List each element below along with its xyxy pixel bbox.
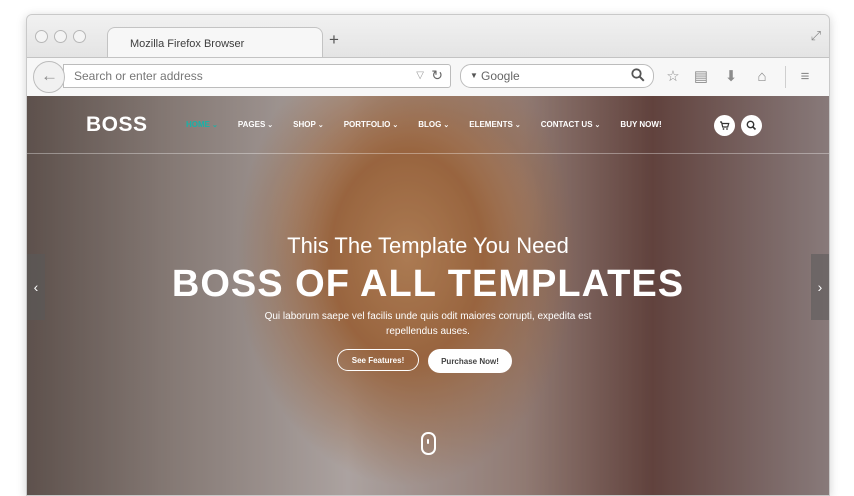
hero-description: Qui laborum saepe vel facilis unde quis …	[264, 311, 592, 337]
bookmark-star-icon[interactable]: ☆	[664, 68, 682, 86]
minimize-window-button[interactable]	[54, 30, 67, 43]
back-button[interactable]: ←	[33, 61, 65, 93]
fullscreen-icon[interactable]: ⤢	[811, 28, 821, 44]
menu-item-label: PORTFOLIO	[343, 120, 391, 129]
search-engine-dropdown-icon[interactable]: ▼	[470, 71, 478, 80]
header-divider	[27, 153, 829, 154]
menu-item-blog[interactable]: BLOG ⌄	[418, 120, 449, 129]
hamburger-menu-icon[interactable]: ≡	[796, 68, 814, 86]
menu-item-portfolio[interactable]: PORTFOLIO ⌄	[344, 120, 399, 129]
tab-title: Mozilla Firefox Browser	[130, 38, 245, 50]
chevron-down-icon: ⌄	[594, 122, 601, 129]
menu-item-shop[interactable]: SHOP ⌄	[293, 120, 324, 129]
hero-headline: BOSS OF ALL TEMPLATES	[171, 263, 685, 305]
prev-slide-button[interactable]: ‹	[27, 254, 45, 320]
address-input[interactable]	[74, 65, 394, 87]
menu-item-label: ELEMENTS	[469, 120, 513, 129]
home-icon[interactable]: ⌂	[753, 68, 771, 86]
menu-item-label: CONTACT US	[540, 120, 593, 129]
arrow-left-icon: ←	[41, 66, 58, 85]
cart-button[interactable]	[714, 115, 735, 136]
cart-icon	[720, 121, 730, 130]
new-tab-button[interactable]: +	[329, 31, 339, 48]
see-features-button[interactable]: See Features!	[337, 349, 419, 371]
browser-window: Mozilla Firefox Browser + ⤢ ▽ ↻ ← ▼ ☆ ▤ …	[26, 14, 830, 496]
magnifier-icon	[746, 120, 757, 131]
menu-item-label: HOME	[186, 120, 210, 129]
address-bar[interactable]: ▽ ↻	[63, 64, 451, 88]
search-icon[interactable]	[631, 68, 645, 82]
menu-item-label: BUY NOW!	[620, 120, 662, 129]
next-slide-button[interactable]: ›	[811, 254, 829, 320]
chevron-down-icon: ⌄	[317, 122, 324, 129]
zoom-window-button[interactable]	[73, 30, 86, 43]
menu-item-buy-now[interactable]: BUY NOW!	[620, 120, 661, 129]
hero-tagline: This The Template You Need	[287, 233, 569, 258]
chevron-down-icon: ⌄	[392, 122, 399, 129]
menu-item-pages[interactable]: PAGES ⌄	[238, 120, 273, 129]
menu-item-label: BLOG	[418, 120, 442, 129]
navigation-toolbar: ▽ ↻ ← ▼ ☆ ▤ ⬇ ⌂ ≡	[27, 57, 829, 97]
scroll-down-mouse-icon[interactable]	[421, 432, 436, 455]
search-input[interactable]	[481, 65, 621, 87]
menu-item-label: PAGES	[237, 120, 266, 129]
chevron-down-icon: ⌄	[443, 122, 450, 129]
reload-icon[interactable]: ↻	[431, 67, 443, 84]
menu-item-contact-us[interactable]: CONTACT US ⌄	[541, 120, 601, 129]
tab-strip: Mozilla Firefox Browser + ⤢	[27, 15, 829, 59]
menu-item-elements[interactable]: ELEMENTS ⌄	[469, 120, 520, 129]
chevron-right-icon: ›	[817, 279, 823, 295]
toolbar-divider	[785, 66, 786, 88]
history-dropdown-icon[interactable]: ▽	[416, 70, 424, 81]
site-search-button[interactable]	[741, 115, 762, 136]
main-menu: HOME ⌄ PAGES ⌄ SHOP ⌄ PORTFOLIO ⌄ BLOG ⌄ ELEMENTS ⌄…	[186, 120, 682, 129]
browser-tab[interactable]: Mozilla Firefox Browser	[107, 27, 323, 59]
chevron-down-icon: ⌄	[267, 122, 274, 129]
download-icon[interactable]: ⬇	[722, 68, 740, 86]
close-window-button[interactable]	[35, 30, 48, 43]
chevron-left-icon: ‹	[33, 279, 39, 295]
chevron-down-icon: ⌄	[212, 122, 218, 129]
hero-slider: BOSS HOME ⌄ PAGES ⌄ SHOP ⌄ PORTFOLIO ⌄ BLOG ⌄ ELEM…	[27, 96, 829, 495]
menu-item-label: SHOP	[293, 120, 316, 129]
chevron-down-icon: ⌄	[514, 122, 521, 129]
purchase-now-button[interactable]: Purchase Now!	[428, 349, 512, 373]
site-logo[interactable]: BOSS	[86, 113, 148, 137]
menu-item-home[interactable]: HOME ⌄	[186, 120, 218, 129]
search-bar[interactable]: ▼	[460, 64, 654, 88]
reading-list-icon[interactable]: ▤	[692, 68, 710, 86]
mouse-wheel-dot	[427, 439, 429, 444]
